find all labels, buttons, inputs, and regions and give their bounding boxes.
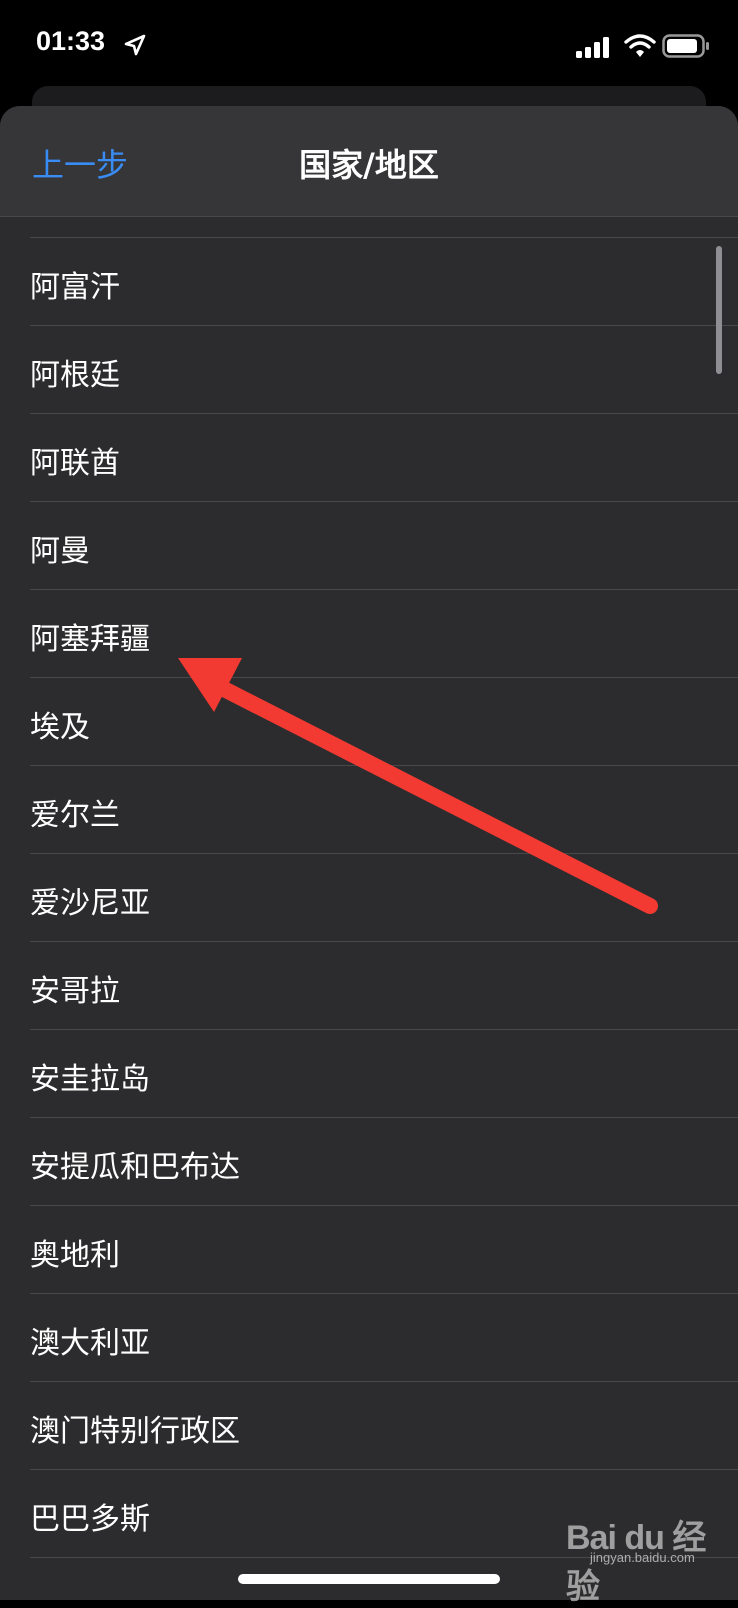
list-item[interactable]: 阿塞拜疆 <box>0 590 738 678</box>
list-item[interactable]: 爱沙尼亚 <box>0 854 738 942</box>
country-label: 爱尔兰 <box>30 798 120 833</box>
country-label: 阿塞拜疆 <box>30 622 150 657</box>
list-item[interactable]: 奥地利 <box>0 1206 738 1294</box>
country-region-sheet: 上一步 国家/地区 阿富汗 阿根廷 阿联酋 阿曼 阿塞拜疆 埃及 爱尔兰 爱沙尼… <box>0 106 738 1600</box>
baidu-jingyan-watermark: Bai du 经验 jingyan.baidu.com <box>566 1510 726 1606</box>
location-arrow-icon <box>124 34 146 56</box>
status-time: 01:33 <box>36 26 106 56</box>
list-item[interactable]: 安提瓜和巴布达 <box>0 1118 738 1206</box>
list-item[interactable]: 安圭拉岛 <box>0 1030 738 1118</box>
list-item[interactable]: 阿联酋 <box>0 414 738 502</box>
signal-bars-icon <box>576 37 609 58</box>
list-item[interactable]: 阿富汗 <box>0 238 738 326</box>
list-item[interactable]: 澳大利亚 <box>0 1294 738 1382</box>
list-item[interactable]: 爱尔兰 <box>0 766 738 854</box>
country-label: 澳大利亚 <box>30 1326 150 1361</box>
watermark-url: jingyan.baidu.com <box>590 1550 695 1565</box>
list-item[interactable]: 埃及 <box>0 678 738 766</box>
country-label: 安提瓜和巴布达 <box>30 1150 240 1185</box>
country-label: 阿富汗 <box>30 270 120 305</box>
country-label: 阿曼 <box>30 534 90 569</box>
page-title: 国家/地区 <box>299 146 439 184</box>
list-item[interactable]: 安哥拉 <box>0 942 738 1030</box>
country-label: 巴巴多斯 <box>30 1502 150 1537</box>
country-label: 阿联酋 <box>30 446 120 481</box>
list-item[interactable]: 阿曼 <box>0 502 738 590</box>
country-label: 爱沙尼亚 <box>30 886 150 921</box>
country-label: 安哥拉 <box>30 974 120 1009</box>
country-label: 埃及 <box>30 710 90 745</box>
country-label: 奥地利 <box>30 1238 120 1273</box>
battery-icon <box>662 34 709 58</box>
list-item[interactable]: 澳门特别行政区 <box>0 1382 738 1470</box>
country-label: 澳门特别行政区 <box>30 1414 240 1449</box>
navigation-bar: 上一步 国家/地区 <box>0 106 738 217</box>
country-label: 阿根廷 <box>30 358 120 393</box>
wifi-icon <box>624 34 656 57</box>
home-indicator[interactable] <box>238 1574 500 1584</box>
list-item[interactable]: 阿根廷 <box>0 326 738 414</box>
scrollbar[interactable] <box>716 246 722 374</box>
status-bar: 01:33 <box>0 0 738 92</box>
country-label: 安圭拉岛 <box>30 1062 150 1097</box>
